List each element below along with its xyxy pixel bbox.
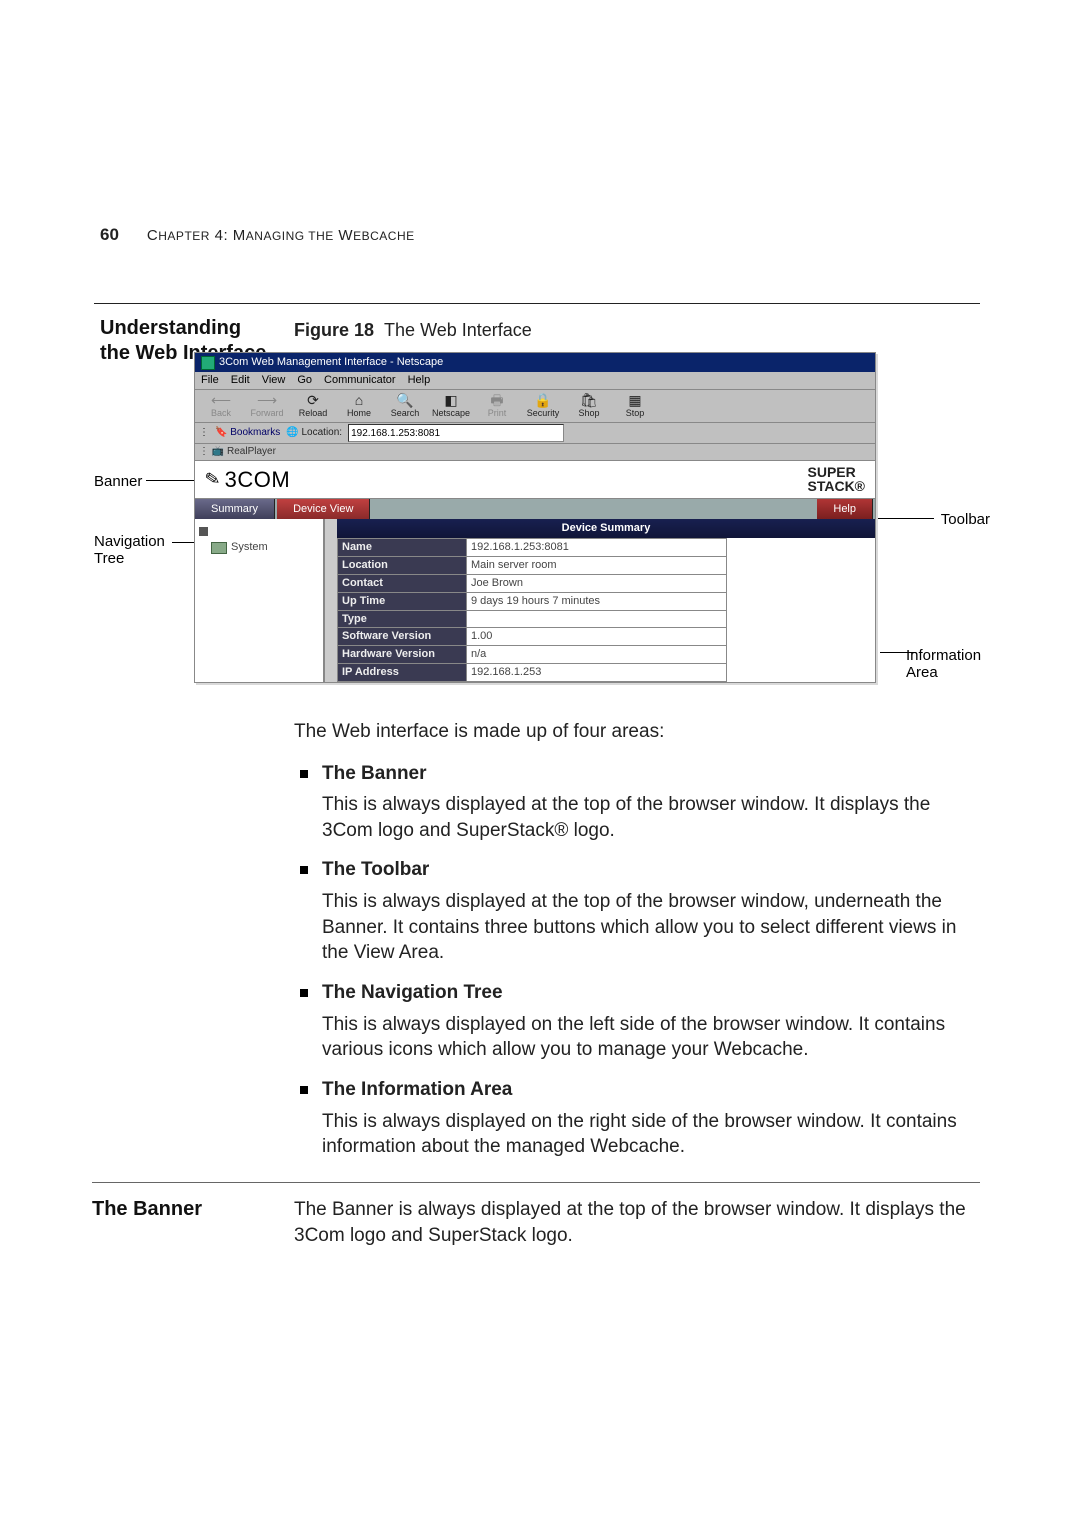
security-icon: 🔒 (534, 393, 551, 407)
window-titlebar: 3Com Web Management Interface - Netscape (195, 353, 875, 372)
netscape-button[interactable]: ◧Netscape (429, 392, 473, 420)
table-row: LocationMain server room (338, 557, 727, 575)
menu-help[interactable]: Help (408, 373, 431, 388)
home-icon: ⌂ (355, 393, 363, 407)
stop-button[interactable]: ▦Stop (613, 392, 657, 420)
toolbar-tabs: Summary Device View Help (195, 499, 875, 519)
3com-swirl-icon: ✎ (203, 466, 223, 493)
table-row: Up Time9 days 19 hours 7 minutes (338, 592, 727, 610)
back-button[interactable]: ⟵Back (199, 392, 243, 420)
menu-communicator[interactable]: Communicator (324, 373, 396, 388)
handle-icon: ⋮ (199, 426, 209, 440)
section-rule (94, 303, 980, 304)
tree-root[interactable] (199, 527, 319, 536)
list-item: The Toolbar This is always displayed at … (294, 857, 980, 966)
forward-button[interactable]: ⟶Forward (245, 392, 289, 420)
location-bar: ⋮ 🔖 Bookmarks 🌐 Location: (195, 423, 875, 444)
device-summary-title: Device Summary (337, 519, 875, 538)
bookmarks-label[interactable]: 🔖 Bookmarks (215, 426, 280, 440)
information-area: Device Summary Name192.168.1.253:8081 Lo… (337, 519, 875, 682)
subbar: ⋮ 📺 RealPlayer (195, 444, 875, 461)
tab-help[interactable]: Help (817, 499, 873, 519)
superstack-logo: SUPER STACK® (808, 465, 866, 494)
table-row: Software Version1.00 (338, 628, 727, 646)
subsection-heading: The Banner (92, 1197, 268, 1222)
feature-list: The Banner This is always displayed at t… (294, 761, 980, 1160)
list-item: The Banner This is always displayed at t… (294, 761, 980, 844)
callout-info: Information Area (906, 648, 1006, 681)
page-number: 60 (100, 225, 119, 245)
table-row: ContactJoe Brown (338, 574, 727, 592)
list-item: The Navigation Tree This is always displ… (294, 980, 980, 1063)
menu-go[interactable]: Go (297, 373, 312, 388)
list-item: The Information Area This is always disp… (294, 1077, 980, 1160)
security-button[interactable]: 🔒Security (521, 392, 565, 420)
tab-summary[interactable]: Summary (195, 499, 275, 519)
system-icon (211, 542, 227, 554)
print-button[interactable]: 🖶Print (475, 392, 519, 420)
tab-device-view[interactable]: Device View (277, 499, 370, 519)
navigation-tree: System (195, 519, 324, 682)
shop-button[interactable]: 🛍Shop (567, 392, 611, 420)
forward-icon: ⟶ (257, 393, 277, 407)
shop-icon: 🛍 (580, 393, 598, 407)
device-summary-table: Name192.168.1.253:8081 LocationMain serv… (337, 538, 727, 682)
print-icon: 🖶 (490, 393, 503, 407)
tree-system-node[interactable]: System (211, 540, 319, 555)
location-input[interactable] (348, 424, 564, 442)
netscape-icon: ◧ (444, 393, 457, 407)
intro-text: The Web interface is made up of four are… (294, 719, 980, 745)
banner-area: ✎ 3COM SUPER STACK® (195, 461, 875, 500)
menu-file[interactable]: File (201, 373, 219, 388)
reload-button[interactable]: ⟳Reload (291, 392, 335, 420)
home-button[interactable]: ⌂Home (337, 392, 381, 420)
callout-navtree: Navigation Tree (94, 534, 184, 567)
menu-view[interactable]: View (262, 373, 286, 388)
subsection-body: The Banner is always displayed at the to… (294, 1197, 980, 1248)
app-icon (201, 356, 215, 370)
table-row: Type (338, 610, 727, 628)
table-row: Hardware Versionn/a (338, 646, 727, 664)
chapter-title: CHAPTER 4: MANAGING THE WEBCACHE (147, 227, 415, 244)
menu-edit[interactable]: Edit (231, 373, 250, 388)
figure-screenshot: Banner Navigation Tree Toolbar Informati… (94, 352, 980, 683)
3com-logo: ✎ 3COM (205, 465, 290, 495)
table-row: Name192.168.1.253:8081 (338, 539, 727, 557)
stop-icon: ▦ (628, 393, 641, 407)
reload-icon: ⟳ (307, 393, 319, 407)
search-button[interactable]: 🔍Search (383, 392, 427, 420)
figure-caption: Figure 18 The Web Interface (294, 318, 980, 342)
location-label: 🌐 Location: (286, 426, 342, 440)
collapse-icon (199, 527, 208, 536)
search-icon: 🔍 (396, 393, 413, 407)
tree-scrollbar[interactable] (324, 519, 337, 682)
callout-toolbar: Toolbar (941, 510, 990, 530)
table-row: IP Address192.168.1.253 (338, 664, 727, 682)
browser-toolbar: ⟵Back ⟶Forward ⟳Reload ⌂Home 🔍Search ◧Ne… (195, 390, 875, 423)
section-rule (92, 1182, 980, 1183)
callout-banner: Banner (94, 472, 142, 492)
menubar: File Edit View Go Communicator Help (195, 372, 875, 390)
back-icon: ⟵ (211, 393, 231, 407)
